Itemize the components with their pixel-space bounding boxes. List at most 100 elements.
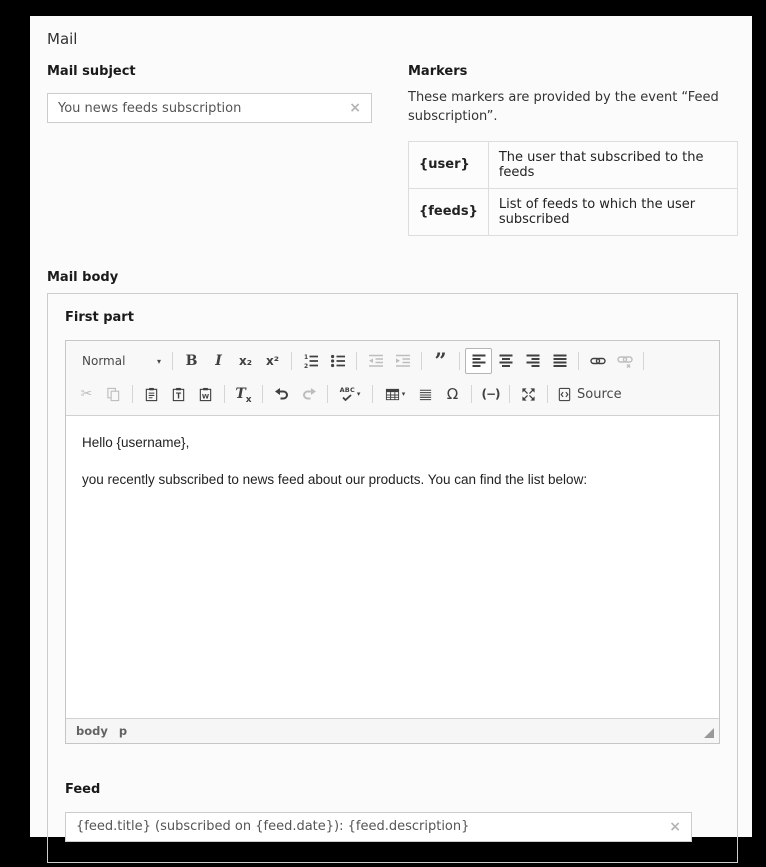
- format-value: Normal: [82, 354, 126, 369]
- mail-subject-value: You news feeds subscription: [58, 100, 242, 116]
- markers-table: {user} The user that subscribed to the f…: [408, 140, 739, 236]
- bulleted-list-button[interactable]: [324, 348, 351, 374]
- svg-text:T: T: [176, 391, 182, 400]
- toolbar-row-2: ✂ T W Tx ABC ▾ ▾ Ω (−) Source: [73, 378, 712, 411]
- spellcheck-button[interactable]: ABC ▾: [333, 381, 367, 407]
- first-part-legend: First part: [65, 309, 134, 325]
- editor-path-bar: body p: [66, 717, 719, 743]
- mail-settings-panel: Mail Mail subject You news feeds subscri…: [30, 16, 752, 863]
- editor-toolbar: Normal ▾ B I x₂ x² 1 2 ” ✂ T W Tx ABC ▾ …: [66, 340, 719, 416]
- unlink-button[interactable]: [611, 348, 638, 374]
- chevron-down-icon: ▾: [156, 356, 161, 366]
- spellcheck-icon: ABC: [340, 387, 355, 401]
- outdent-icon: [368, 354, 383, 367]
- marker-token: {user}: [408, 140, 489, 189]
- cut-button[interactable]: ✂: [73, 381, 100, 407]
- page-background: Mail Mail subject You news feeds subscri…: [0, 0, 766, 867]
- indent-button[interactable]: [389, 348, 416, 374]
- horizontal-rule-button[interactable]: [412, 381, 439, 407]
- toolbar-separator: [372, 385, 373, 404]
- feed-row-input[interactable]: {feed.title} (subscribed on {feed.date})…: [65, 811, 692, 842]
- italic-icon: I: [215, 353, 222, 370]
- editor-content-area[interactable]: Hello {username}, you recently subscribe…: [66, 415, 719, 718]
- toolbar-separator: [547, 385, 548, 404]
- align-left-button[interactable]: [465, 348, 492, 375]
- table-row: {user} The user that subscribed to the f…: [408, 140, 739, 189]
- align-right-button[interactable]: [519, 348, 546, 374]
- redo-button[interactable]: [295, 381, 322, 407]
- toolbar-separator: [471, 385, 472, 404]
- align-left-icon: [472, 354, 485, 368]
- copy-icon: [107, 387, 120, 401]
- toolbar-separator: [172, 352, 173, 371]
- clear-subject-icon[interactable]: ×: [341, 101, 361, 115]
- paste-from-word-icon: W: [199, 387, 212, 401]
- justify-icon: [553, 354, 566, 368]
- feed-legend: Feed: [65, 781, 101, 797]
- feed-row-value: {feed.title} (subscribed on {feed.date})…: [76, 819, 470, 835]
- paste-button[interactable]: [138, 381, 165, 407]
- blockquote-icon: ”: [434, 348, 447, 374]
- toolbar-separator: [132, 385, 133, 404]
- marker-description: The user that subscribed to the feeds: [487, 140, 739, 189]
- paragraph-format-dropdown[interactable]: Normal ▾: [73, 348, 167, 374]
- resize-handle[interactable]: [704, 727, 714, 738]
- element-path-p[interactable]: p: [119, 724, 127, 738]
- dash-button[interactable]: (−): [477, 381, 504, 407]
- toolbar-separator: [224, 385, 225, 404]
- svg-text:W: W: [202, 392, 210, 400]
- toolbar-separator: [421, 352, 422, 371]
- bold-button[interactable]: B: [178, 348, 205, 374]
- rich-text-editor: Normal ▾ B I x₂ x² 1 2 ” ✂ T W Tx ABC ▾ …: [65, 339, 720, 744]
- paste-from-word-button[interactable]: W: [192, 381, 219, 407]
- mail-subject-input[interactable]: You news feeds subscription ×: [47, 93, 372, 123]
- bold-icon: B: [185, 353, 198, 370]
- undo-button[interactable]: [268, 381, 295, 407]
- table-icon: [385, 388, 399, 400]
- subscript-button[interactable]: x₂: [232, 348, 259, 374]
- paste-plain-text-icon: T: [172, 387, 185, 401]
- italic-button[interactable]: I: [205, 348, 232, 374]
- element-path-body[interactable]: body: [76, 724, 108, 738]
- maximize-button[interactable]: [515, 381, 542, 407]
- remove-format-button[interactable]: Tx: [230, 381, 257, 407]
- clear-feed-icon[interactable]: ×: [661, 820, 681, 834]
- paste-plain-text-button[interactable]: T: [165, 381, 192, 407]
- mail-body-container: First part Normal ▾ B I x₂ x² 1 2 ” ✂ T …: [47, 292, 738, 863]
- mail-subject-column: Mail subject You news feeds subscription…: [47, 64, 372, 123]
- special-character-button[interactable]: Ω: [439, 381, 466, 407]
- justify-button[interactable]: [546, 348, 573, 374]
- link-button[interactable]: [584, 348, 611, 374]
- marker-description: List of feeds to which the user subscrib…: [487, 187, 739, 236]
- mail-body-label: Mail body: [47, 269, 119, 285]
- indent-icon: [395, 354, 410, 367]
- page-title: Mail: [47, 30, 78, 48]
- marker-token: {feeds}: [408, 187, 489, 236]
- blockquote-button[interactable]: ”: [427, 348, 454, 374]
- numbered-list-icon: 1 2: [304, 354, 318, 369]
- maximize-icon: [522, 388, 535, 401]
- omega-icon: Ω: [446, 385, 459, 404]
- source-button[interactable]: Source: [553, 381, 626, 407]
- toolbar-separator: [643, 352, 644, 371]
- superscript-button[interactable]: x²: [259, 348, 286, 374]
- cut-icon: ✂: [80, 386, 93, 403]
- svg-text:2: 2: [304, 363, 308, 369]
- toolbar-separator: [262, 385, 263, 404]
- table-button[interactable]: ▾: [378, 381, 412, 407]
- editor-paragraph: Hello {username},: [82, 434, 190, 450]
- unlink-icon: [616, 356, 633, 369]
- source-icon: [558, 387, 571, 401]
- toolbar-separator: [509, 385, 510, 404]
- link-icon: [589, 357, 606, 365]
- align-center-button[interactable]: [492, 348, 519, 374]
- toolbar-row-1: Normal ▾ B I x₂ x² 1 2 ”: [73, 345, 712, 378]
- copy-button[interactable]: [100, 381, 127, 407]
- subscript-icon: x₂: [239, 354, 252, 369]
- numbered-list-button[interactable]: 1 2: [297, 348, 324, 374]
- editor-paragraph: you recently subscribed to news feed abo…: [82, 471, 588, 487]
- mail-subject-label: Mail subject: [47, 64, 136, 79]
- dash-in-parens-icon: (−): [481, 387, 500, 402]
- outdent-button[interactable]: [362, 348, 389, 374]
- source-button-label: Source: [577, 386, 622, 402]
